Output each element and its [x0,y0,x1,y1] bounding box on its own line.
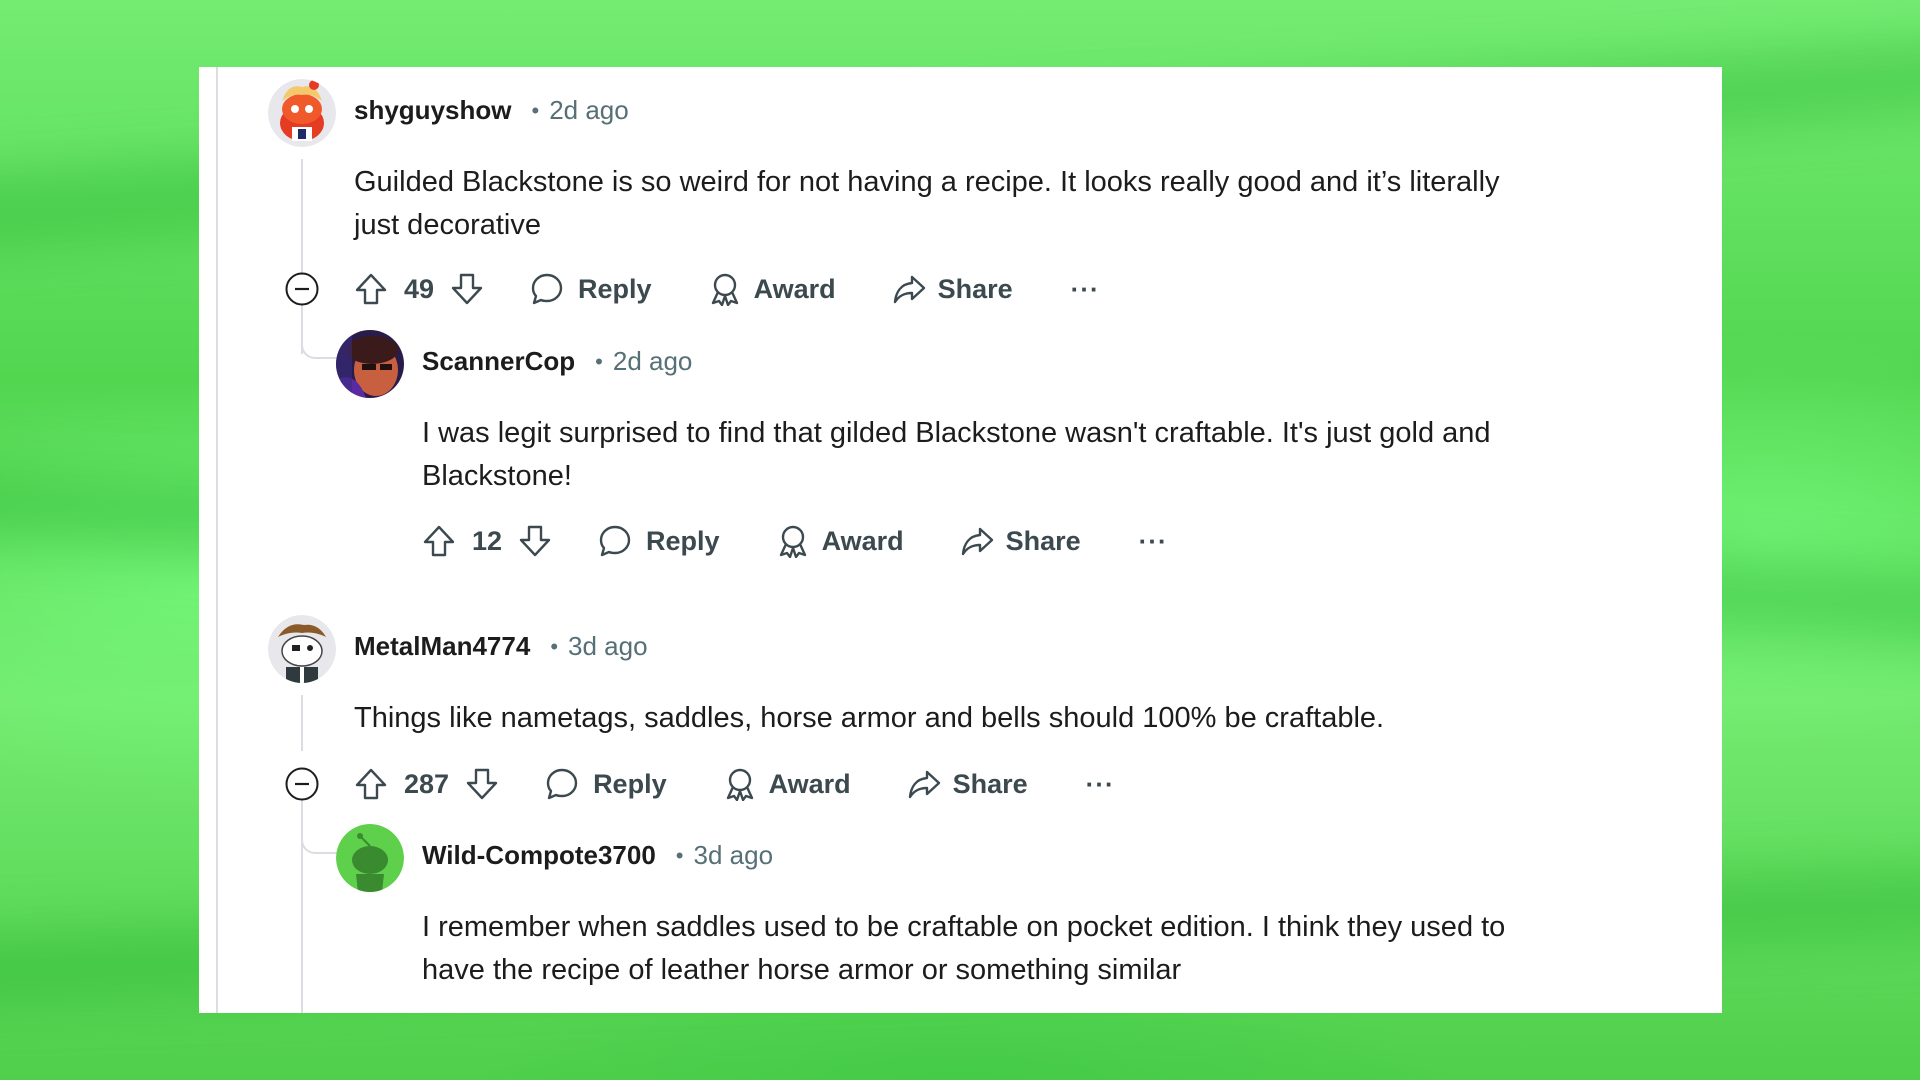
snoo-pirate-avatar-icon[interactable] [268,615,336,683]
downvote-arrow-icon [466,768,498,800]
reply-label: Reply [646,525,720,556]
more-options-button[interactable]: ··· [1139,526,1168,557]
timestamp[interactable]: 3d ago [694,840,774,871]
username[interactable]: MetalMan4774 [354,631,530,662]
downvote-button[interactable] [465,767,499,801]
award-button[interactable]: Award [723,767,851,801]
vote-score: 49 [404,273,435,304]
snoo-red-hat-avatar-icon[interactable] [268,79,336,147]
vote-score: 12 [472,525,503,556]
upvote-arrow-icon [355,273,387,305]
upvote-button[interactable] [354,767,388,801]
share-button[interactable]: Share [960,524,1081,558]
downvote-button[interactable] [450,272,484,306]
downvote-arrow-icon [451,273,483,305]
award-ribbon-icon [726,768,753,801]
comment-body: I was legit surprised to find that gilde… [422,417,1491,492]
comment-bubble-icon [599,525,631,557]
share-button[interactable]: Share [892,272,1013,306]
more-options-button[interactable]: ··· [1086,769,1115,800]
upvote-arrow-icon [355,768,387,800]
thread-line [216,67,218,1013]
comment-header: Wild-Compote3700 • 3d ago [422,840,773,871]
upvote-arrow-icon [423,525,455,557]
award-button[interactable]: Award [776,524,904,558]
comment-action-bar: 12 Reply Award Share ··· [422,516,1168,566]
reply-label: Reply [578,273,652,304]
separator-dot: • [595,348,603,374]
thread-line [301,159,303,354]
more-options-button[interactable]: ··· [1071,274,1100,305]
downvote-button[interactable] [518,524,552,558]
collapse-thread-button[interactable] [285,272,319,306]
thread-connector [301,327,337,359]
share-label: Share [1005,525,1081,556]
share-label: Share [952,768,1028,799]
collapse-thread-button[interactable] [285,767,319,801]
share-label: Share [937,273,1013,304]
comment-thread-card: shyguyshow • 2d ago Guilded Blackstone i… [199,67,1722,1013]
comment-body: Things like nametags, saddles, horse arm… [354,702,1385,734]
separator-dot: • [550,633,559,659]
comment-header: shyguyshow • 2d ago [354,95,629,126]
photo-avatar-icon[interactable] [336,330,404,398]
reply-button[interactable]: Reply [545,767,667,801]
share-button[interactable]: Share [907,767,1028,801]
award-label: Award [821,525,904,556]
timestamp[interactable]: 3d ago [568,631,648,662]
upvote-button[interactable] [422,524,456,558]
username[interactable]: ScannerCop [422,346,575,377]
award-label: Award [768,768,851,799]
snoo-green-avatar-icon[interactable] [336,824,404,892]
comment-header: MetalMan4774 • 3d ago [354,631,648,662]
username[interactable]: shyguyshow [354,95,511,126]
comment-bubble-icon [531,273,563,305]
share-arrow-icon [893,275,925,304]
upvote-button[interactable] [354,272,388,306]
award-ribbon-icon [779,525,806,558]
username[interactable]: Wild-Compote3700 [422,840,656,871]
timestamp[interactable]: 2d ago [549,95,629,126]
thread-line [301,695,303,751]
comment-action-bar: 287 Reply Award Share ··· [354,759,1115,809]
comment-body: Guilded Blackstone is so weird for not h… [354,166,1500,241]
reply-label: Reply [593,768,667,799]
reply-button[interactable]: Reply [530,272,652,306]
comment-bubble-icon [546,768,578,800]
separator-dot: • [675,842,684,868]
comment-body: I remember when saddles used to be craft… [422,911,1506,986]
timestamp[interactable]: 2d ago [613,346,693,377]
award-ribbon-icon [711,273,738,306]
vote-score: 287 [404,768,450,799]
separator-dot: • [531,97,540,123]
thread-connector [301,822,337,854]
share-arrow-icon [908,770,940,799]
award-label: Award [753,273,836,304]
comment-action-bar: 49 Reply Award Share ··· [354,264,1100,314]
downvote-arrow-icon [519,525,551,557]
comment-header: ScannerCop • 2d ago [422,346,692,377]
award-button[interactable]: Award [708,272,836,306]
share-arrow-icon [961,527,993,556]
reply-button[interactable]: Reply [598,524,720,558]
